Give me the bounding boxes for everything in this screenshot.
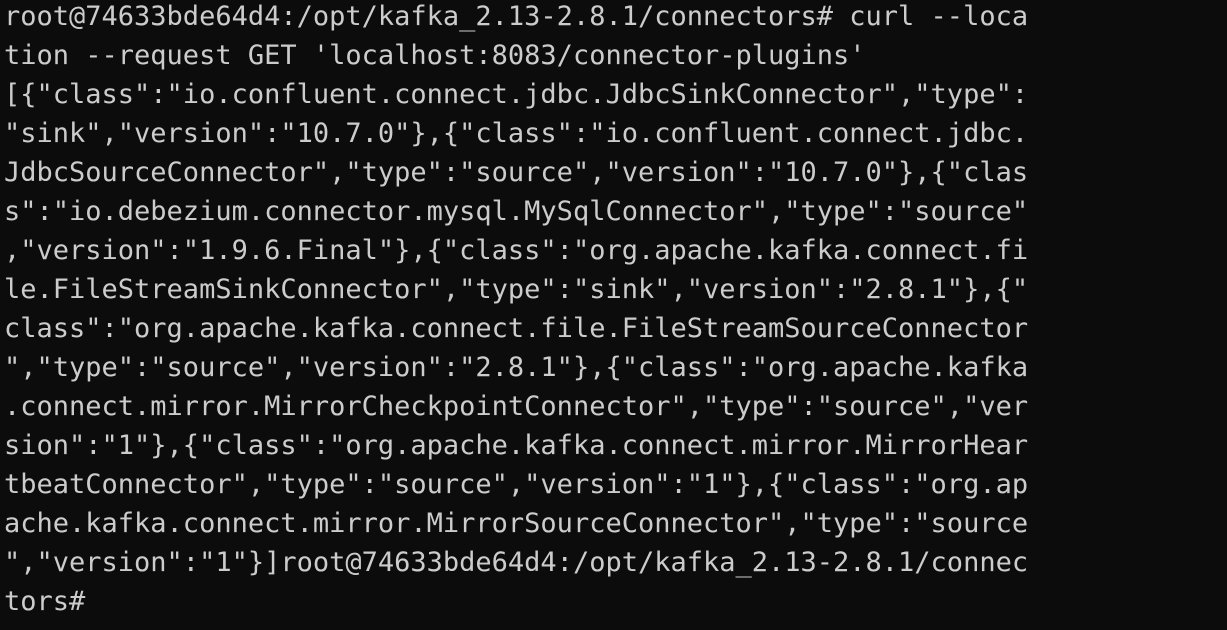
terminal-line-command-1: root@74633bde64d4:/opt/kafka_2.13-2.8.1/… (4, 1, 1029, 32)
terminal-line-output-6: le.FileStreamSinkConnector","type":"sink… (4, 274, 1029, 305)
terminal-output: root@74633bde64d4:/opt/kafka_2.13-2.8.1/… (4, 0, 1028, 621)
terminal-line-output-2: "sink","version":"10.7.0"},{"class":"io.… (4, 118, 1029, 149)
terminal-line-command-2: tion --request GET 'localhost:8083/conne… (4, 40, 866, 71)
terminal-line-output-13: ","version":"1"}]root@74633bde64d4:/opt/… (4, 547, 1029, 578)
terminal-line-output-3: JdbcSourceConnector","type":"source","ve… (4, 157, 1029, 188)
terminal-line-output-8: ","type":"source","version":"2.8.1"},{"c… (4, 352, 1029, 383)
terminal-line-output-12: ache.kafka.connect.mirror.MirrorSourceCo… (4, 508, 1029, 539)
terminal-line-output-9: .connect.mirror.MirrorCheckpointConnecto… (4, 391, 1029, 422)
terminal-line-output-4: s":"io.debezium.connector.mysql.MySqlCon… (4, 196, 1029, 227)
terminal-line-output-10: sion":"1"},{"class":"org.apache.kafka.co… (4, 430, 1029, 461)
terminal-prompt: tors# (4, 586, 86, 617)
terminal-line-output-11: tbeatConnector","type":"source","version… (4, 469, 1029, 500)
terminal-line-output-7: class":"org.apache.kafka.connect.file.Fi… (4, 313, 1029, 344)
terminal-window[interactable]: root@74633bde64d4:/opt/kafka_2.13-2.8.1/… (0, 0, 1227, 630)
terminal-prompt-line[interactable]: tors# (4, 582, 1028, 621)
terminal-line-output-5: ,"version":"1.9.6.Final"},{"class":"org.… (4, 235, 1029, 266)
terminal-line-output-1: [{"class":"io.confluent.connect.jdbc.Jdb… (4, 79, 1029, 110)
